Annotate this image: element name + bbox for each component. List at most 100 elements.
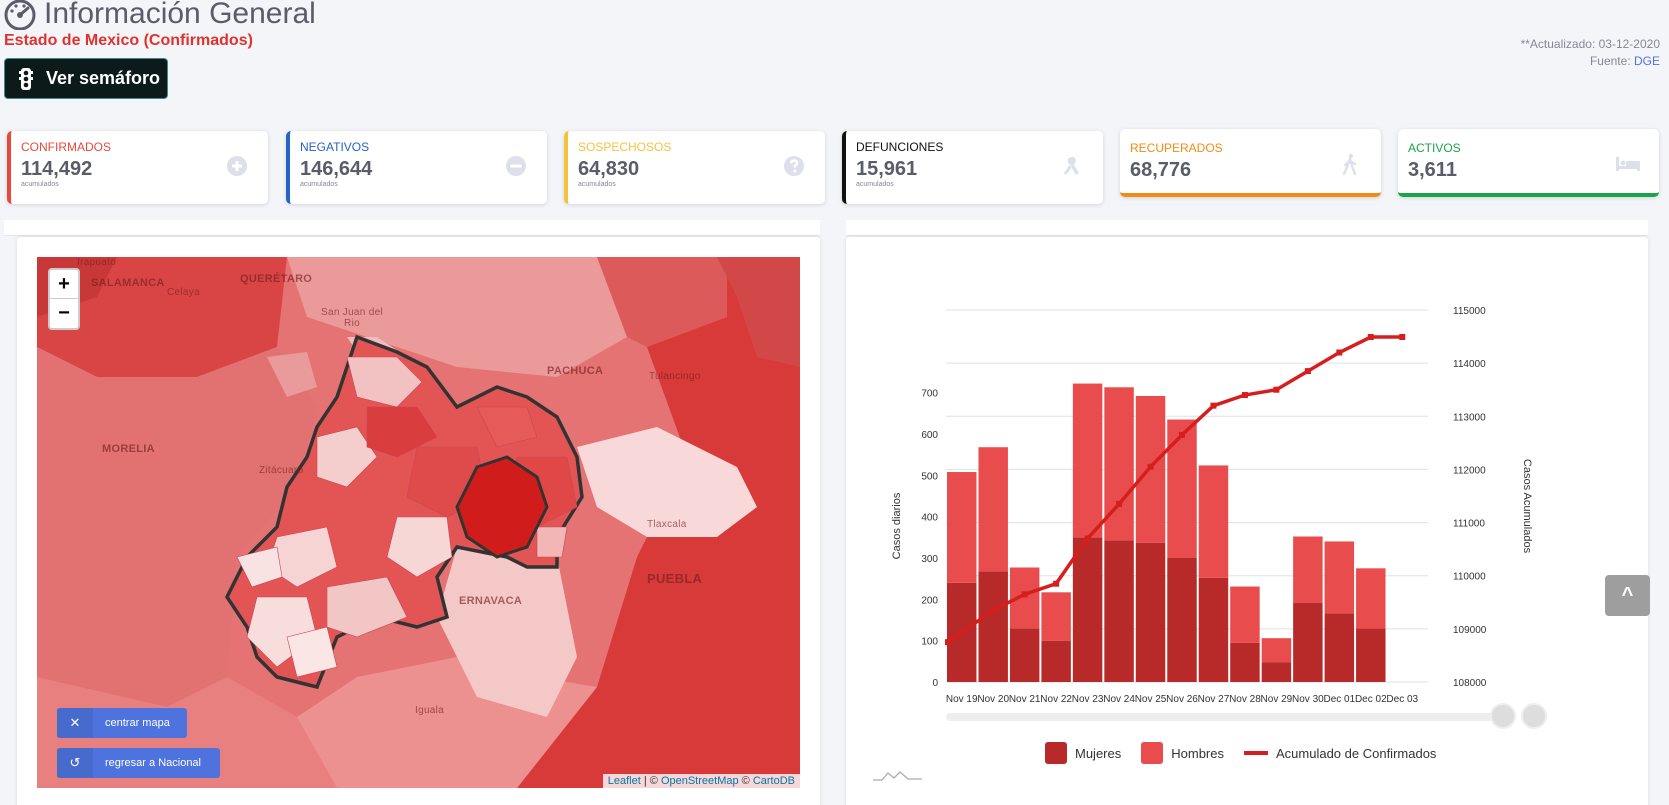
point-acumulado — [1399, 333, 1406, 340]
y-tick-label: 600 — [921, 430, 938, 441]
x-tick-label: Nov 21 — [1009, 694, 1041, 705]
x-tick-label: Dec 01 — [1323, 694, 1355, 705]
x-tick-label: Nov 27 — [1198, 694, 1230, 705]
point-acumulado — [1179, 431, 1185, 438]
zoom-in-button[interactable]: + — [50, 270, 78, 299]
y2-tick-label: 108000 — [1453, 678, 1487, 689]
plus-circle-icon — [227, 156, 247, 176]
map-label: PUEBLA — [647, 571, 703, 586]
y-tick-label: 0 — [932, 678, 938, 689]
legend-label: Mujeres — [1075, 745, 1122, 761]
map-label: Tulancingo — [649, 371, 701, 382]
bar-mujeres — [1104, 540, 1134, 682]
undo-icon: ↺ — [57, 748, 93, 778]
map-label: MORELIA — [102, 443, 155, 455]
tachometer-icon — [4, 0, 36, 30]
legend-item-acumulado[interactable]: Acumulado de Confirmados — [1244, 746, 1436, 761]
range-handle-left[interactable] — [1490, 703, 1516, 729]
carto-link[interactable]: CartoDB — [753, 775, 795, 787]
bar-hombres — [1041, 592, 1071, 641]
x-tick-label: Nov 20 — [977, 694, 1009, 705]
bar-hombres — [1230, 586, 1260, 643]
y2-tick-label: 112000 — [1453, 465, 1486, 476]
x-tick-label: Nov 23 — [1072, 694, 1104, 705]
bar-hombres — [1261, 638, 1292, 663]
bar-mujeres — [1072, 537, 1103, 682]
point-acumulado — [1084, 535, 1091, 542]
choropleth-map[interactable]: SALAMANCA Irapuato Celaya QUERÉTARO San … — [37, 257, 800, 788]
y2-tick-label: 110000 — [1453, 572, 1486, 583]
source-link[interactable]: DGE — [1634, 54, 1660, 68]
card-label: NEGATIVOS — [300, 140, 370, 154]
map-label: SALAMANCA — [91, 277, 165, 289]
y2-tick-label: 113000 — [1453, 412, 1486, 423]
page-header: Información General — [4, 0, 316, 32]
x-tick-label: Nov 19 — [946, 694, 978, 705]
card-label: SOSPECHOSOS — [578, 140, 672, 154]
range-handle-right[interactable] — [1521, 703, 1547, 729]
point-acumulado — [1367, 333, 1374, 340]
zoom-out-button[interactable]: − — [50, 299, 78, 328]
map-label: PACHUCA — [547, 365, 604, 377]
map-label: Zitácuaro — [259, 465, 304, 476]
bar-hombres — [1167, 419, 1197, 558]
ribbon-icon — [1064, 157, 1079, 175]
bar-hombres — [1198, 465, 1229, 578]
bar-mujeres — [1198, 577, 1229, 682]
card-defunciones[interactable]: DEFUNCIONES 15,961 acumulados — [842, 131, 1103, 204]
x-tick-label: Nov 26 — [1166, 694, 1198, 705]
chart-panel-header — [846, 220, 1648, 236]
back-national-label: regresar a Nacional — [105, 757, 201, 769]
point-acumulado — [1053, 580, 1060, 587]
x-tick-label: Nov 28 — [1229, 694, 1261, 705]
attribution-sep2: © — [738, 775, 753, 787]
point-acumulado — [1147, 463, 1154, 470]
update-date: **Actualizado: 03-12-2020 — [1520, 37, 1660, 51]
x-tick-label: Nov 25 — [1135, 694, 1167, 705]
x-tick-label: Dec 03 — [1386, 694, 1418, 705]
bar-mujeres — [1135, 542, 1166, 682]
x-tick-label: Nov 24 — [1103, 694, 1135, 705]
y-tick-label: 300 — [921, 554, 938, 565]
scroll-to-top-button[interactable]: ^ — [1605, 575, 1650, 616]
point-acumulado — [1241, 392, 1248, 399]
bar-hombres — [1072, 383, 1103, 538]
point-acumulado — [1304, 368, 1311, 375]
semaforo-button[interactable]: Ver semáforo — [4, 58, 168, 99]
legend-item-hombres[interactable]: Hombres — [1141, 742, 1224, 764]
card-confirmados[interactable]: CONFIRMADOS 114,492 acumulados — [7, 131, 268, 204]
legend-item-mujeres[interactable]: Mujeres — [1045, 742, 1121, 764]
legend-label: Hombres — [1171, 745, 1224, 761]
question-circle-icon — [784, 156, 804, 176]
map-label: Celaya — [167, 287, 200, 298]
y-tick-label: 200 — [921, 595, 938, 606]
point-acumulado — [1210, 402, 1217, 409]
card-sospechosos[interactable]: SOSPECHOSOS 64,830 acumulados — [564, 131, 825, 204]
y2-tick-label: 109000 — [1453, 625, 1487, 636]
center-map-button[interactable]: ✕ centrar mapa — [57, 708, 187, 738]
bar-mujeres — [1041, 640, 1071, 682]
card-negativos[interactable]: NEGATIVOS 146,644 acumulados — [286, 131, 547, 204]
leaflet-link[interactable]: Leaflet — [608, 775, 641, 787]
card-recuperados[interactable]: RECUPERADOS 68,776 — [1120, 129, 1381, 197]
map-zoom-control: + − — [48, 268, 80, 330]
map-label: Iguala — [415, 705, 445, 716]
map-panel-header — [4, 220, 820, 236]
y2-axis-title: Casos Acumulados — [1521, 459, 1533, 554]
bar-mujeres — [1293, 602, 1323, 682]
range-slider-track[interactable] — [946, 713, 1516, 721]
y-axis-title: Casos diarios — [891, 492, 903, 559]
x-tick-label: Dec 02 — [1355, 694, 1387, 705]
y-tick-label: 700 — [921, 389, 938, 400]
source-line: Fuente: DGE — [1521, 53, 1660, 70]
center-map-label: centrar mapa — [105, 717, 170, 729]
legend-line — [1244, 751, 1268, 755]
card-activos[interactable]: ACTIVOS 3,611 — [1398, 129, 1659, 197]
osm-link[interactable]: OpenStreetMap — [661, 775, 739, 787]
card-sub: acumulados — [21, 181, 59, 188]
card-label: CONFIRMADOS — [21, 140, 111, 154]
page-subtitle: Estado de Mexico (Confirmados) — [4, 32, 253, 49]
card-label: DEFUNCIONES — [856, 140, 944, 154]
card-sub: acumulados — [300, 181, 338, 188]
back-national-button[interactable]: ↺ regresar a Nacional — [57, 748, 220, 778]
